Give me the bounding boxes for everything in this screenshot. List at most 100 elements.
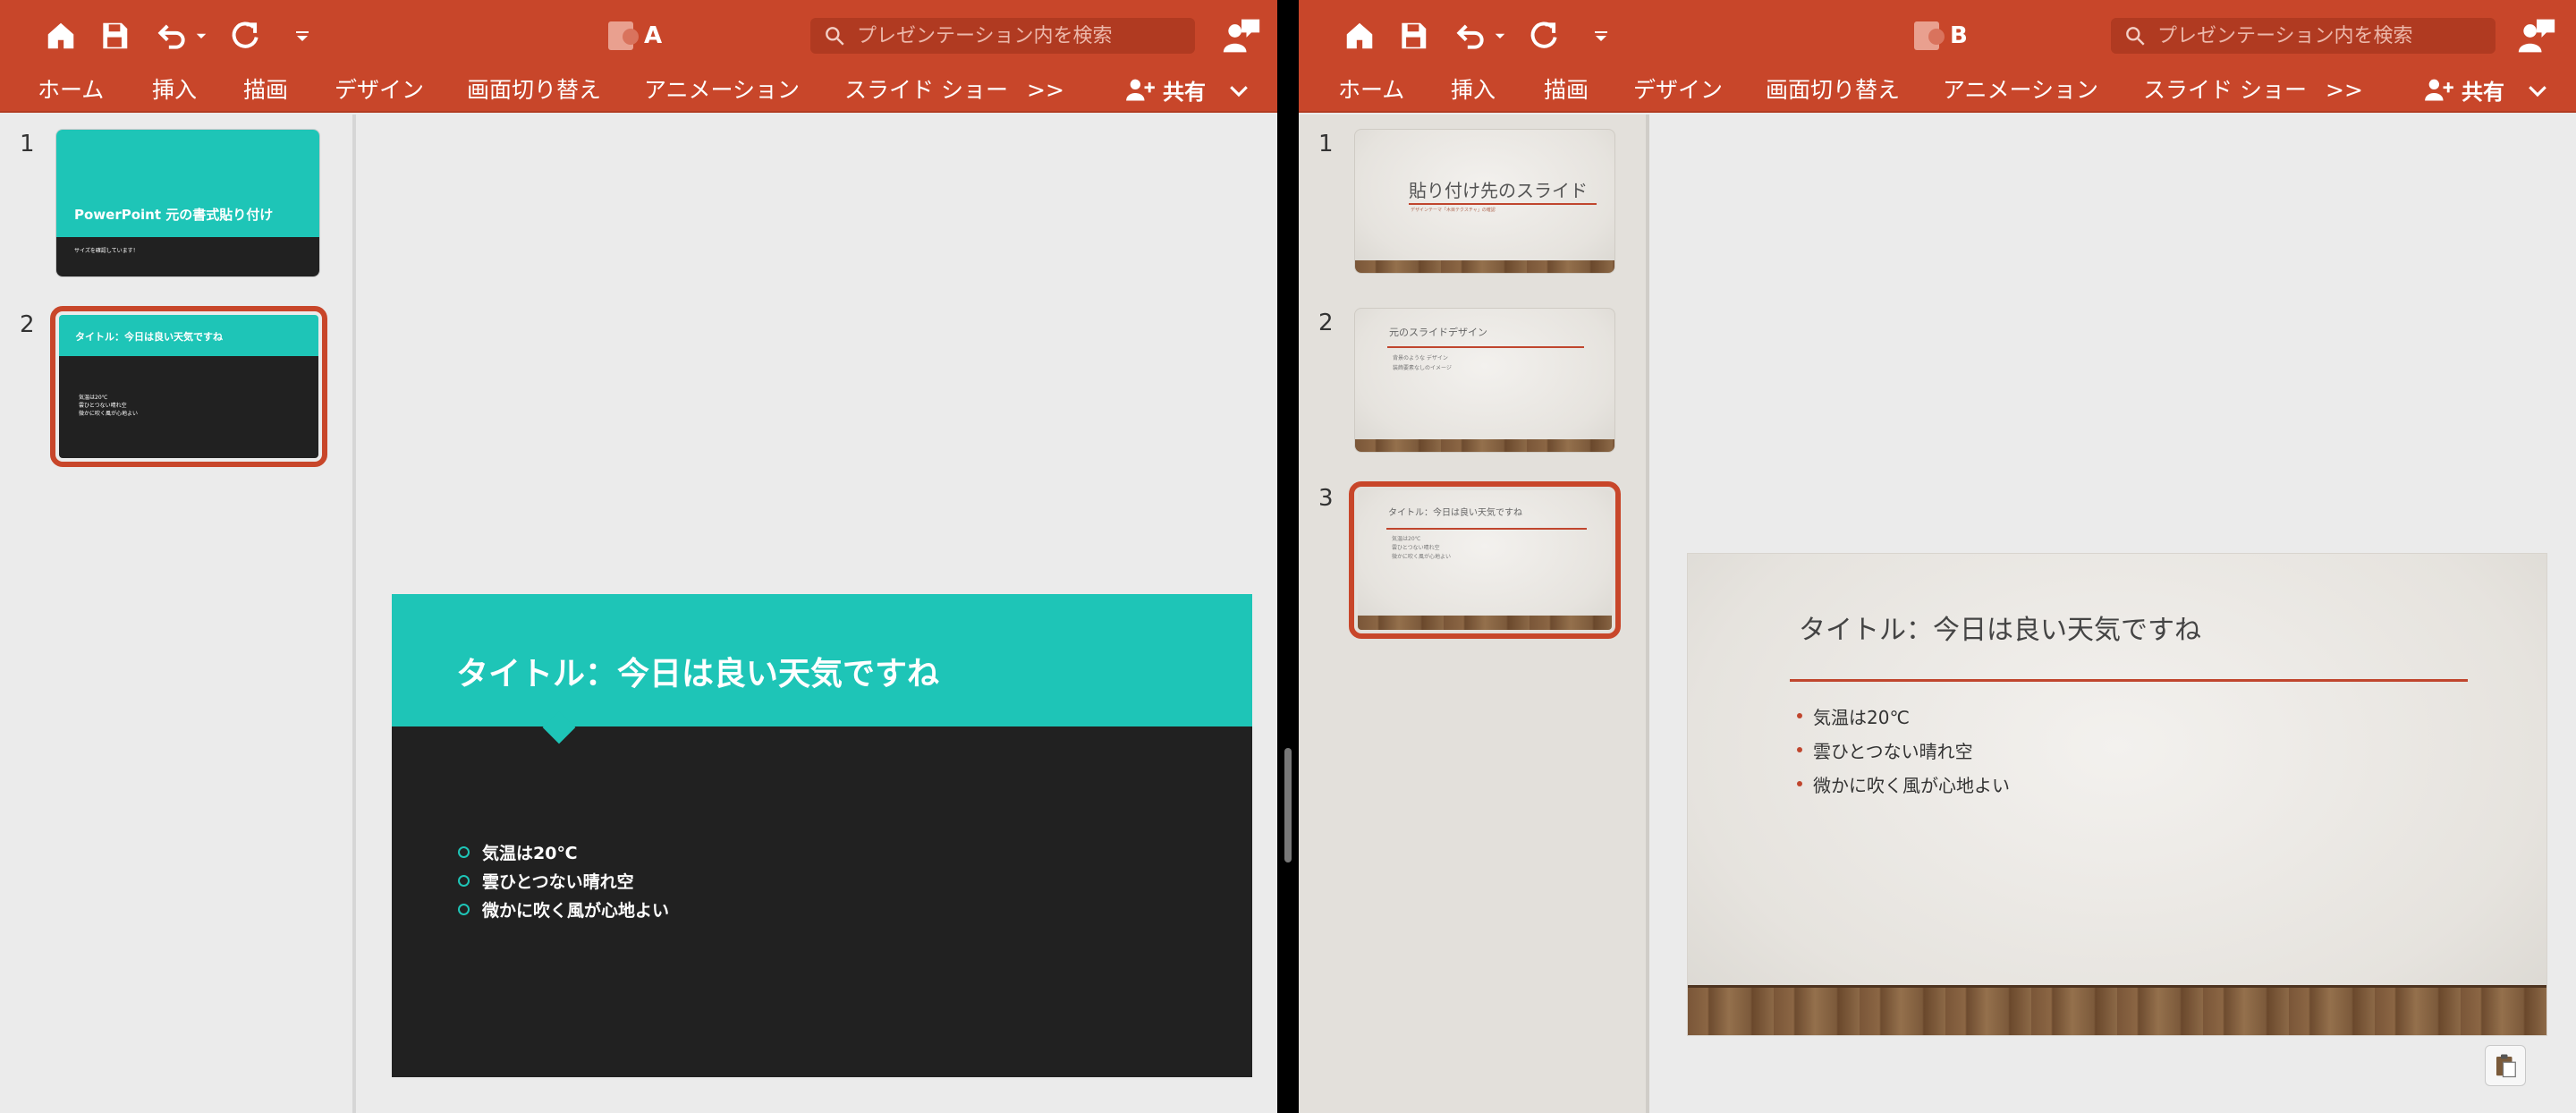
- customize-toolbar-icon[interactable]: [283, 16, 322, 55]
- thumbnail-bullet: 雲ひとつない晴れ空: [1392, 545, 1440, 551]
- thumbnail-number: 1: [20, 131, 35, 157]
- undo-icon[interactable]: [1451, 16, 1490, 55]
- thumbnail-wood-floor: [1355, 260, 1614, 273]
- bullet-marker: [458, 845, 470, 858]
- bullet-text: 気温は20℃: [1813, 706, 1910, 728]
- slide-thumbnail-1[interactable]: PowerPoint 元の書式貼り付け サイズを確認しています！: [55, 129, 320, 277]
- search-input[interactable]: [2157, 24, 2479, 47]
- powerpoint-file-icon: [1914, 21, 1945, 50]
- slide-bullet-list[interactable]: 気温は20℃ 雲ひとつない晴れ空 微かに吹く風が心地よい: [1797, 699, 2010, 801]
- thumbnail-wood-floor: [1358, 616, 1612, 630]
- save-icon[interactable]: [95, 16, 134, 55]
- slide-title-rule: [1790, 679, 2468, 682]
- thumbnail-bullets: 気温は20℃ 雲ひとつない晴れ空 微かに吹く風が心地よい: [1392, 535, 1451, 562]
- search-box[interactable]: [2111, 18, 2496, 54]
- slide-title[interactable]: タイトル：今日は良い天気ですね: [1799, 607, 2201, 647]
- slide-thumbnail-1[interactable]: 貼り付け先のスライド デザインテーマ「木目テクスチャ」の確認: [1354, 129, 1615, 274]
- slide-thumbnail-rail[interactable]: 1 貼り付け先のスライド デザインテーマ「木目テクスチャ」の確認 2 元のスライ…: [1299, 115, 1649, 1113]
- thumbnail-title: 元のスライドデザイン: [1389, 327, 1487, 338]
- paste-options-button[interactable]: [2485, 1045, 2526, 1086]
- powerpoint-file-icon: [608, 21, 639, 50]
- thumbnail-canvas: タイトル：今日は良い天気ですね 気温は20℃ 雲ひとつない晴れ空 微かに吹く風が…: [59, 315, 318, 458]
- save-icon[interactable]: [1394, 16, 1433, 55]
- tab-design[interactable]: デザイン: [335, 75, 424, 106]
- home-icon[interactable]: [41, 16, 80, 55]
- search-icon: [826, 27, 844, 46]
- tab-insert[interactable]: 挿入: [1451, 75, 1496, 106]
- slide-bullet-list[interactable]: 気温は20℃ 雲ひとつない晴れ空 微かに吹く風が心地よい: [458, 837, 669, 923]
- thumbnail-bullet: 気温は20℃: [1392, 536, 1421, 542]
- comments-icon[interactable]: [2517, 16, 2558, 57]
- slide-editor-canvas[interactable]: タイトル：今日は良い天気ですね 気温は20℃ 雲ひとつない晴れ空 微かに吹く風が…: [360, 115, 1277, 1113]
- bullet-item: 気温は20℃: [458, 837, 669, 866]
- comments-icon[interactable]: [1222, 16, 1263, 57]
- document-title: A: [608, 18, 662, 54]
- customize-toolbar-icon[interactable]: [1581, 16, 1621, 55]
- thumbnail-number: 1: [1318, 131, 1334, 157]
- tab-home[interactable]: ホーム: [1338, 75, 1404, 106]
- share-label: 共有: [1163, 79, 1206, 105]
- slide-thumbnail-rail[interactable]: 1 PowerPoint 元の書式貼り付け サイズを確認しています！ 2 タイト…: [0, 115, 356, 1113]
- thumbnail-subtitle: デザインテーマ「木目テクスチャ」の確認: [1411, 208, 1496, 213]
- tab-draw[interactable]: 描画: [243, 75, 288, 106]
- thumbnail-canvas: タイトル：今日は良い天気ですね 気温は20℃ 雲ひとつない晴れ空 微かに吹く風が…: [1358, 490, 1612, 630]
- thumbnail-title: PowerPoint 元の書式貼り付け: [74, 207, 274, 223]
- redo-icon[interactable]: [225, 16, 265, 55]
- bullet-item: 雲ひとつない晴れ空: [1797, 733, 2010, 767]
- slide-thumbnail-3-selected[interactable]: タイトル：今日は良い天気ですね 気温は20℃ 雲ひとつない晴れ空 微かに吹く風が…: [1349, 481, 1621, 639]
- search-input[interactable]: [857, 24, 1179, 47]
- thumbnail-title: タイトル：今日は良い天気ですね: [1388, 508, 1522, 518]
- undo-icon[interactable]: [152, 16, 191, 55]
- tab-design[interactable]: デザイン: [1633, 75, 1723, 106]
- tab-home[interactable]: ホーム: [38, 75, 104, 106]
- redo-icon[interactable]: [1524, 16, 1563, 55]
- tab-slideshow[interactable]: スライド ショー: [844, 75, 1008, 106]
- vertical-scrollbar[interactable]: [1284, 748, 1292, 862]
- tab-transitions[interactable]: 画面切り替え: [467, 75, 601, 106]
- thumbnail-bullets: 背景のような デザイン 装飾要素なしのイメージ: [1393, 353, 1452, 373]
- tab-overflow[interactable]: >>: [2326, 75, 2363, 106]
- thumbnail-bullet: 背景のような デザイン: [1393, 355, 1448, 361]
- undo-dropdown-icon[interactable]: [1487, 16, 1513, 55]
- bullet-item: 雲ひとつない晴れ空: [458, 866, 669, 895]
- slide-thumbnail-2[interactable]: 元のスライドデザイン 背景のような デザイン 装飾要素なしのイメージ: [1354, 308, 1615, 453]
- thumbnail-bullet: 雲ひとつない晴れ空: [79, 403, 127, 409]
- thumbnail-number: 3: [1318, 485, 1334, 512]
- tab-animations[interactable]: アニメーション: [1943, 75, 2098, 106]
- tab-animations[interactable]: アニメーション: [644, 75, 800, 106]
- clipboard-icon: [2496, 1054, 2516, 1078]
- thumbnail-number: 2: [20, 311, 35, 338]
- tab-overflow[interactable]: >>: [1027, 75, 1064, 106]
- bullet-item: 気温は20℃: [1797, 699, 2010, 733]
- thumbnail-subtitle: サイズを確認しています！: [74, 248, 139, 254]
- tab-insert[interactable]: 挿入: [152, 75, 197, 106]
- chevron-down-icon[interactable]: [1225, 77, 1252, 104]
- add-person-icon: [1126, 79, 1155, 101]
- slide-editor-canvas[interactable]: タイトル：今日は良い天気ですね 気温は20℃ 雲ひとつない晴れ空 微かに吹く風が…: [1653, 115, 2576, 1113]
- tab-transitions[interactable]: 画面切り替え: [1766, 75, 1900, 106]
- share-button[interactable]: 共有: [1125, 73, 1206, 106]
- chevron-down-icon[interactable]: [2524, 77, 2551, 104]
- thumbnail-body: [56, 237, 319, 276]
- search-box[interactable]: [810, 18, 1195, 54]
- thumbnail-title: タイトル：今日は良い天気ですね: [75, 331, 223, 343]
- bullet-text: 雲ひとつない晴れ空: [482, 871, 634, 892]
- slide-title[interactable]: タイトル：今日は良い天気ですね: [456, 648, 939, 694]
- undo-dropdown-icon[interactable]: [188, 16, 215, 55]
- slide-thumbnail-2-selected[interactable]: タイトル：今日は良い天気ですね 気温は20℃ 雲ひとつない晴れ空 微かに吹く風が…: [50, 306, 327, 467]
- tab-draw[interactable]: 描画: [1544, 75, 1589, 106]
- thumbnail-bullet: 気温は20℃: [79, 395, 108, 401]
- home-icon[interactable]: [1340, 16, 1379, 55]
- thumbnail-bullet: 装飾要素なしのイメージ: [1393, 365, 1452, 371]
- main-slide[interactable]: タイトル：今日は良い天気ですね 気温は20℃ 雲ひとつない晴れ空 微かに吹く風が…: [392, 594, 1252, 1077]
- bullet-marker: [1797, 781, 1802, 786]
- thumbnail-rule: [1409, 203, 1597, 205]
- main-slide[interactable]: タイトル：今日は良い天気ですね 気温は20℃ 雲ひとつない晴れ空 微かに吹く風が…: [1687, 553, 2547, 1036]
- bullet-text: 微かに吹く風が心地よい: [1813, 774, 2010, 796]
- bullet-marker: [1797, 747, 1802, 752]
- split-view-divider[interactable]: [1277, 0, 1299, 1113]
- bullet-marker: [1797, 713, 1802, 718]
- tab-slideshow[interactable]: スライド ショー: [2143, 75, 2307, 106]
- share-button[interactable]: 共有: [2424, 73, 2504, 106]
- thumbnail-rule: [1387, 346, 1584, 348]
